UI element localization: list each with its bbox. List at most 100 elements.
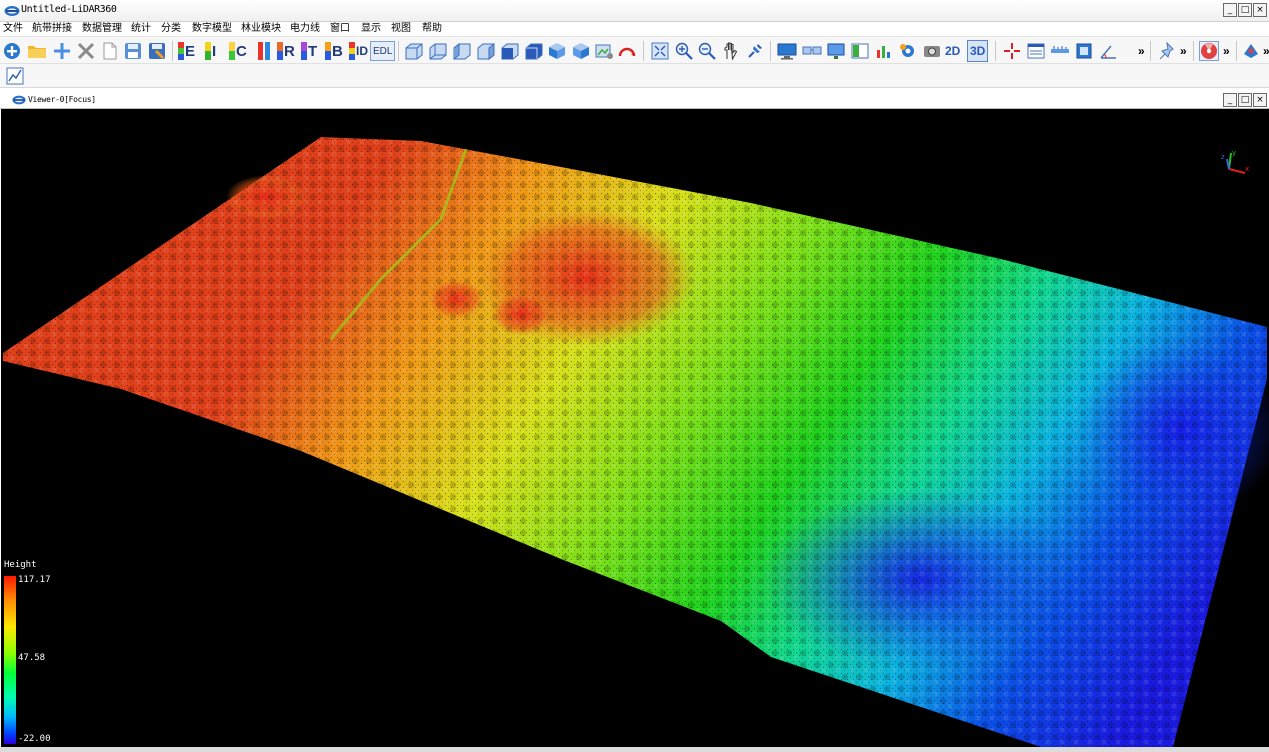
multi-view-icon[interactable] (826, 41, 846, 61)
add-data-icon[interactable] (2, 41, 22, 61)
view-left-cube-icon[interactable] (452, 41, 472, 61)
display-b-label: B (332, 42, 343, 60)
elevation-bar-icon (178, 42, 184, 60)
height-legend: Height 117.17 47.58 -22.00 (4, 560, 64, 747)
display-id-label: ID (356, 44, 368, 58)
display-by-id-button[interactable]: ID (349, 40, 368, 62)
remove-layer-icon[interactable] (76, 41, 96, 61)
menu-help[interactable]: 帮助 (422, 23, 442, 35)
legend-mid: 47.58 (18, 653, 46, 663)
viewer-close-button[interactable]: × (1253, 93, 1267, 107)
view-front-cube-icon[interactable] (500, 41, 520, 61)
viewer-minimize-button[interactable]: _ (1223, 93, 1237, 107)
edl-label: EDL (373, 45, 393, 57)
new-document-icon[interactable] (100, 41, 120, 61)
window-maximize-button[interactable]: □ (1238, 3, 1252, 17)
legend-max: 117.17 (18, 575, 51, 585)
back-view-cube-icon[interactable] (571, 41, 591, 61)
zoom-in-icon[interactable] (674, 41, 694, 61)
time-bar-icon (301, 42, 307, 60)
axis-z-label: z (1221, 153, 1225, 161)
view-3d-button[interactable]: 3D (967, 40, 989, 62)
view-right-cube-icon[interactable] (476, 41, 496, 61)
display-by-elevation-button[interactable]: E (178, 40, 195, 62)
view-bottom-cube-icon[interactable] (428, 41, 448, 61)
view-2d-label: 2D (945, 44, 961, 58)
legend-title: Height (4, 560, 37, 570)
display-by-intensity-button[interactable]: I (205, 40, 216, 62)
legend-min: -22.00 (18, 734, 51, 744)
toolbar-overflow-1[interactable]: » (1138, 40, 1145, 62)
axis-x-label: x (1245, 165, 1249, 173)
rotate-view-icon[interactable] (617, 41, 637, 61)
add-layer-icon[interactable] (52, 41, 72, 61)
plugin-icon[interactable] (1241, 41, 1261, 61)
viewer-maximize-button[interactable]: □ (1238, 93, 1252, 107)
front-view-cube-icon[interactable] (547, 41, 567, 61)
menu-window[interactable]: 窗口 (330, 23, 350, 35)
zoom-out-icon[interactable] (697, 41, 717, 61)
point-cloud-viewport[interactable]: y x z Height 117.17 47.58 -22.00 (1, 109, 1269, 747)
menu-terrain-model[interactable]: 数字模型 (192, 23, 232, 35)
point-cloud-rendering (3, 137, 1269, 747)
profile-curve-icon[interactable] (5, 66, 25, 86)
edl-button[interactable]: EDL (370, 41, 396, 61)
sync-viewers-icon[interactable] (802, 41, 822, 61)
secondary-toolbar (0, 64, 1269, 88)
display-e-label: E (185, 42, 196, 60)
toolbar-overflow-4[interactable]: » (1263, 40, 1269, 62)
save-as-icon[interactable] (147, 41, 167, 61)
menu-classification[interactable]: 分类 (161, 23, 181, 35)
open-folder-icon[interactable] (27, 41, 47, 61)
profile-chart-icon[interactable] (874, 41, 894, 61)
fit-extent-icon[interactable] (650, 41, 670, 61)
display-c-label: C (236, 42, 247, 60)
toolbar-overflow-2[interactable]: » (1180, 40, 1187, 62)
menu-statistics[interactable]: 统计 (131, 23, 151, 35)
display-t-label: T (308, 42, 318, 60)
display-by-return-button[interactable]: R (277, 40, 295, 62)
menu-view[interactable]: 视图 (391, 23, 411, 35)
view-top-cube-icon[interactable] (404, 41, 424, 61)
toolbar-overflow-3[interactable]: » (1223, 40, 1230, 62)
main-toolbar: E I C R T B ID EDL 2D 3D » » » (0, 36, 1269, 64)
menu-forestry[interactable]: 林业模块 (241, 23, 281, 35)
viewer-logo-icon (12, 95, 26, 105)
monitor-display-icon[interactable] (777, 41, 797, 61)
menu-data-management[interactable]: 数据管理 (82, 23, 122, 35)
save-icon[interactable] (123, 41, 143, 61)
layer-panel-icon[interactable] (850, 41, 870, 61)
camera-icon[interactable] (922, 41, 942, 61)
strip-bar-icon (325, 42, 331, 60)
measure-angle-icon[interactable] (1098, 41, 1118, 61)
display-by-time-button[interactable]: T (301, 40, 317, 62)
legend-color-bar (4, 576, 16, 744)
view-2d-button[interactable]: 2D (945, 40, 960, 62)
display-r-label: R (284, 42, 295, 60)
menu-display[interactable]: 显示 (361, 23, 381, 35)
view-back-cube-icon[interactable] (524, 41, 544, 61)
pin-icon[interactable] (1157, 41, 1177, 61)
menu-strip-adjust[interactable]: 航带拼接 (32, 23, 72, 35)
axis-y-label: y (1232, 149, 1236, 157)
settings-gear-icon[interactable] (898, 41, 918, 61)
class-bar-icon (229, 42, 235, 60)
pick-point-icon[interactable] (745, 41, 765, 61)
menu-file[interactable]: 文件 (3, 23, 23, 35)
display-rgb-bars-icon[interactable] (254, 41, 274, 61)
crosshair-icon[interactable] (1002, 41, 1022, 61)
title-bar: Untitled-LiDAR360 _ □ × (0, 0, 1269, 22)
screenshot-icon[interactable] (594, 41, 614, 61)
display-by-class-button[interactable]: C (229, 40, 247, 62)
select-box-icon[interactable] (1074, 41, 1094, 61)
window-close-button[interactable]: × (1253, 3, 1267, 17)
measure-line-icon[interactable] (1050, 41, 1070, 61)
axis-gizmo: y x z (1221, 149, 1249, 174)
pan-hand-icon[interactable] (721, 41, 741, 61)
window-minimize-button[interactable]: _ (1223, 3, 1237, 17)
window-list-icon[interactable] (1026, 41, 1046, 61)
display-by-strip-button[interactable]: B (325, 40, 343, 62)
menu-power-line[interactable]: 电力线 (290, 23, 320, 35)
radiation-filter-icon[interactable] (1199, 41, 1219, 61)
return-bar-icon (277, 42, 283, 60)
